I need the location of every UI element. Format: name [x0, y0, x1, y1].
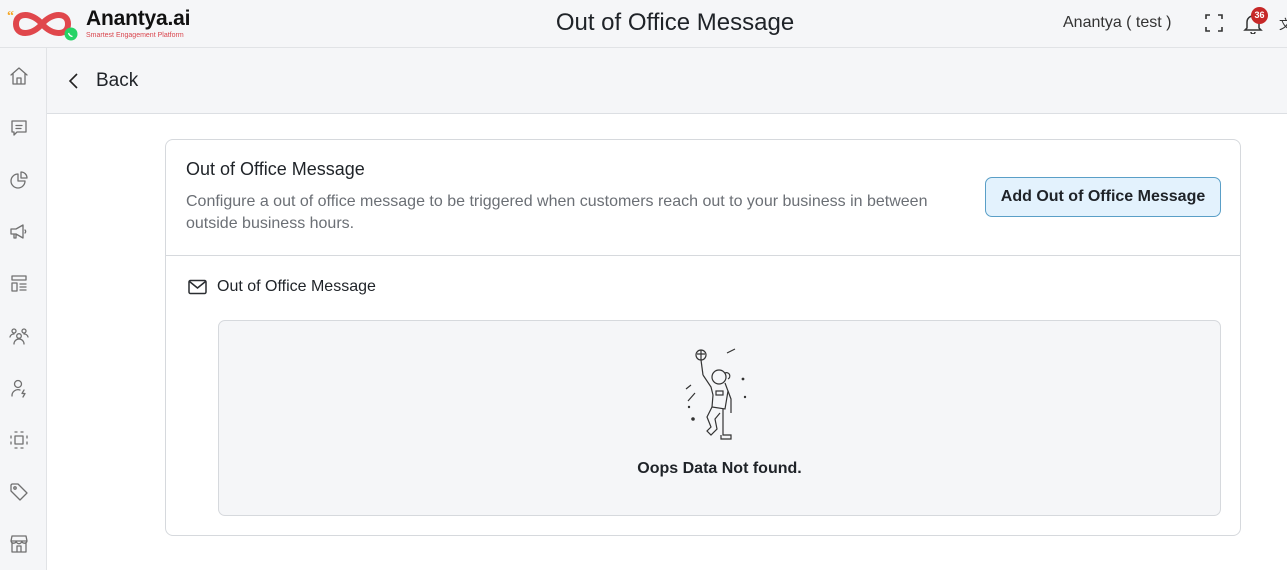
sidebar-item-tags[interactable]: [8, 481, 30, 503]
sidebar-item-templates[interactable]: [8, 273, 30, 295]
card-description: Configure a out of office message to be …: [186, 193, 928, 232]
add-out-of-office-button[interactable]: Add Out of Office Message: [985, 177, 1221, 217]
empty-state: Oops Data Not found.: [218, 320, 1221, 516]
back-button[interactable]: Back: [67, 70, 138, 92]
megaphone-icon: [10, 224, 27, 239]
store-icon: [10, 535, 28, 553]
sidebar-item-store[interactable]: [8, 533, 30, 555]
user-bolt-icon: [11, 379, 26, 398]
out-of-office-card: Out of Office Message Configure a out of…: [165, 139, 1241, 536]
home-icon: [10, 67, 28, 85]
sidebar-item-integrations[interactable]: [8, 429, 30, 451]
sidebar-item-home[interactable]: [8, 65, 30, 87]
focus-square-icon: [10, 431, 28, 449]
sidebar: [0, 48, 47, 570]
astronaut-illustration-icon: [685, 348, 747, 440]
layout-list-icon: [11, 275, 27, 292]
card-header: Out of Office Message Configure a out of…: [166, 140, 1240, 256]
users-icon: [9, 328, 29, 345]
empty-state-message: Oops Data Not found.: [637, 460, 802, 477]
user-account-menu[interactable]: Anantya ( test ): [1063, 14, 1172, 32]
chevron-left-icon: [68, 73, 78, 89]
mail-icon: [188, 279, 207, 295]
notification-badge: 36: [1251, 7, 1268, 24]
tag-icon: [10, 483, 28, 501]
sidebar-item-chat[interactable]: [8, 117, 30, 139]
top-bar: “ Anantya.ai Smartest Engagement Platfor…: [0, 0, 1287, 48]
back-bar: Back: [47, 48, 1287, 114]
fullscreen-icon[interactable]: [1205, 14, 1223, 32]
chat-icon: [11, 120, 27, 136]
pie-chart-icon: [10, 171, 28, 189]
language-icon[interactable]: 文: [1279, 14, 1287, 33]
sidebar-item-campaigns[interactable]: [8, 221, 30, 243]
sidebar-item-analytics[interactable]: [8, 169, 30, 191]
sidebar-item-contacts[interactable]: [8, 325, 30, 347]
section-title: Out of Office Message: [217, 278, 376, 295]
section-header: Out of Office Message: [188, 278, 376, 296]
back-label: Back: [96, 70, 139, 91]
sidebar-item-agents[interactable]: [8, 377, 30, 399]
card-title: Out of Office Message: [186, 159, 365, 179]
